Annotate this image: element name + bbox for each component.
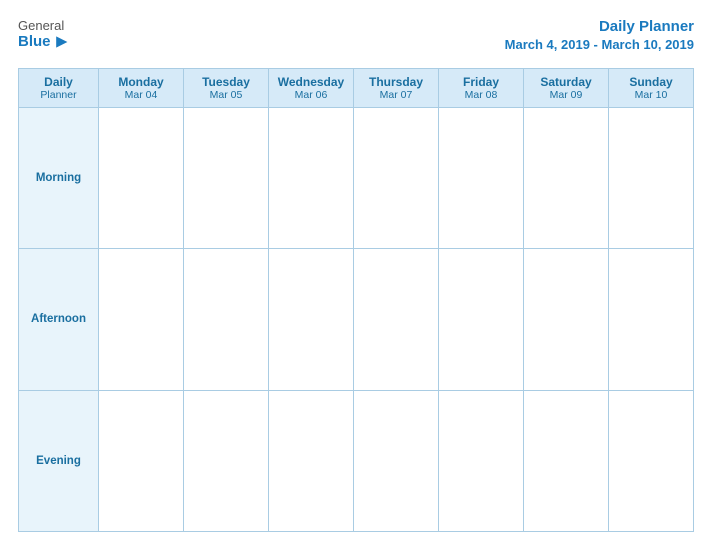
cell-sat-evening[interactable] (524, 390, 609, 531)
logo-general-text: General (18, 18, 64, 33)
logo-icon (53, 34, 69, 50)
cell-tue-afternoon[interactable] (184, 249, 269, 390)
cell-mon-evening[interactable] (99, 390, 184, 531)
table-row-afternoon: Afternoon (19, 249, 694, 390)
cell-sat-morning[interactable] (524, 108, 609, 249)
cell-fri-afternoon[interactable] (439, 249, 524, 390)
cell-thu-afternoon[interactable] (354, 249, 439, 390)
cell-mon-afternoon[interactable] (99, 249, 184, 390)
cell-thu-evening[interactable] (354, 390, 439, 531)
title-area: Daily Planner March 4, 2019 - March 10, … (505, 18, 694, 54)
header-cell-mon: Monday Mar 04 (99, 69, 184, 108)
cell-sun-evening[interactable] (609, 390, 694, 531)
logo-blue-area: Blue (18, 33, 69, 50)
header-planner: Planner (23, 89, 94, 101)
planner-title: Daily Planner (599, 18, 694, 35)
cell-sun-afternoon[interactable] (609, 249, 694, 390)
cell-tue-evening[interactable] (184, 390, 269, 531)
row-label-morning: Morning (19, 108, 99, 249)
header-cell-thu: Thursday Mar 07 (354, 69, 439, 108)
logo-area: General Blue (18, 18, 69, 50)
row-label-afternoon: Afternoon (19, 249, 99, 390)
header-daily: Daily (23, 75, 94, 89)
planner-dates: March 4, 2019 - March 10, 2019 (505, 37, 694, 52)
page-header: General Blue Daily Planner March 4, 2019… (18, 18, 694, 54)
cell-fri-evening[interactable] (439, 390, 524, 531)
cell-tue-morning[interactable] (184, 108, 269, 249)
cell-fri-morning[interactable] (439, 108, 524, 249)
table-row-morning: Morning (19, 108, 694, 249)
row-label-evening: Evening (19, 390, 99, 531)
cell-wed-evening[interactable] (269, 390, 354, 531)
table-row-evening: Evening (19, 390, 694, 531)
header-cell-sat: Saturday Mar 09 (524, 69, 609, 108)
cell-wed-morning[interactable] (269, 108, 354, 249)
header-cell-wed: Wednesday Mar 06 (269, 69, 354, 108)
header-cell-tue: Tuesday Mar 05 (184, 69, 269, 108)
calendar-table: Daily Planner Monday Mar 04 Tuesday Mar … (18, 68, 694, 532)
cell-thu-morning[interactable] (354, 108, 439, 249)
cell-sun-morning[interactable] (609, 108, 694, 249)
cell-wed-afternoon[interactable] (269, 249, 354, 390)
header-cell-fri: Friday Mar 08 (439, 69, 524, 108)
cell-sat-afternoon[interactable] (524, 249, 609, 390)
logo-blue-text: Blue (18, 33, 51, 50)
header-cell-sun: Sunday Mar 10 (609, 69, 694, 108)
cell-mon-morning[interactable] (99, 108, 184, 249)
header-cell-label: Daily Planner (19, 69, 99, 108)
header-row: Daily Planner Monday Mar 04 Tuesday Mar … (19, 69, 694, 108)
